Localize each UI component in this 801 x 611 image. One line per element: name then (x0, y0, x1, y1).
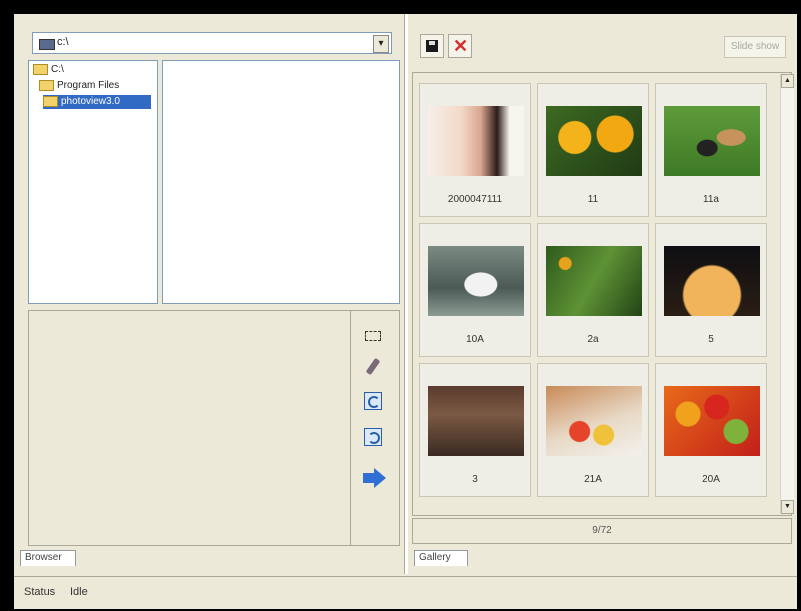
photo-city-street (428, 386, 524, 456)
photo-portrait (428, 106, 524, 176)
eraser-icon[interactable] (364, 357, 382, 376)
thumbnail-caption: 11a (703, 194, 719, 205)
viewer-toolbar: ✕ Slide show (412, 26, 792, 66)
thumbnail[interactable]: 2000047111 (419, 83, 531, 217)
thumbnail-caption: 20A (702, 474, 720, 485)
select-frame-icon[interactable] (364, 326, 382, 344)
preview-toolbar (350, 310, 400, 546)
folder-open-icon (39, 79, 54, 91)
thumbnail-caption: 10A (466, 334, 484, 345)
app-window: c:\ ▾ C:\ Program Files photoview3.0 Bro… (14, 14, 797, 609)
arrow-right-icon[interactable] (363, 468, 387, 488)
thumbnail-caption: 2000047111 (447, 194, 503, 205)
rotate-left-icon[interactable] (364, 428, 382, 446)
drive-select[interactable]: c:\ ▾ (32, 32, 392, 54)
photo-fruit-basket (546, 386, 642, 456)
thumbnail[interactable]: 10A (419, 223, 531, 357)
thumbnail[interactable]: 3 (419, 363, 531, 497)
floppy-disk-icon (426, 40, 438, 52)
close-icon: ✕ (453, 36, 469, 56)
status-label: Status (24, 586, 56, 598)
folder-icon (33, 63, 48, 75)
file-list[interactable] (162, 60, 400, 304)
thumbnail[interactable]: 20A (655, 363, 767, 497)
tree-item-program-files[interactable]: Program Files (39, 79, 119, 93)
tree-item-photoview[interactable]: photoview3.0 (43, 95, 151, 109)
chevron-down-icon[interactable]: ▾ (373, 35, 389, 53)
folder-tree[interactable]: C:\ Program Files photoview3.0 (28, 60, 158, 304)
thumbnail[interactable]: 11a (655, 83, 767, 217)
thumbnail[interactable]: 21A (537, 363, 649, 497)
photo-green-leaves (546, 246, 642, 316)
slide-show-button[interactable]: Slide show (724, 36, 786, 58)
gallery-scrollbar[interactable]: ▲ ▼ (780, 74, 794, 514)
scroll-up-icon[interactable]: ▲ (781, 74, 794, 88)
drive-label: c:\ (57, 36, 69, 48)
folder-open-icon (43, 95, 58, 107)
page-counter: 9/72 (412, 518, 792, 544)
photo-woman-water (428, 246, 524, 316)
thumbnail[interactable]: 2a (537, 223, 649, 357)
tree-item-c-drive[interactable]: C:\ (33, 63, 64, 77)
thumbnail-gallery: 2000047111 11 11a 10A 2a 5 3 21A 20A (412, 72, 792, 516)
photo-cats-grass (664, 106, 760, 176)
thumbnail[interactable]: 5 (655, 223, 767, 357)
thumbnail-caption: 5 (708, 334, 714, 345)
splitter[interactable] (404, 14, 408, 574)
tab-gallery[interactable]: Gallery (414, 550, 468, 566)
delete-button[interactable]: ✕ (448, 34, 472, 58)
status-bar: Status Idle (14, 576, 797, 609)
scroll-down-icon[interactable]: ▼ (781, 500, 794, 514)
preview-pane (28, 310, 400, 546)
photo-fruits (664, 386, 760, 456)
thumbnail-caption: 11 (587, 194, 599, 205)
rotate-right-icon[interactable] (364, 392, 382, 410)
thumbnail-caption: 3 (472, 474, 478, 485)
thumbnail-caption: 2a (587, 334, 599, 345)
status-value: Idle (70, 586, 88, 598)
tab-browser[interactable]: Browser (20, 550, 76, 566)
drive-icon (39, 39, 55, 50)
photo-night-building (664, 246, 760, 316)
thumbnail-caption: 21A (584, 474, 602, 485)
thumbnail[interactable]: 11 (537, 83, 649, 217)
photo-yellow-flowers (546, 106, 642, 176)
save-button[interactable] (420, 34, 444, 58)
